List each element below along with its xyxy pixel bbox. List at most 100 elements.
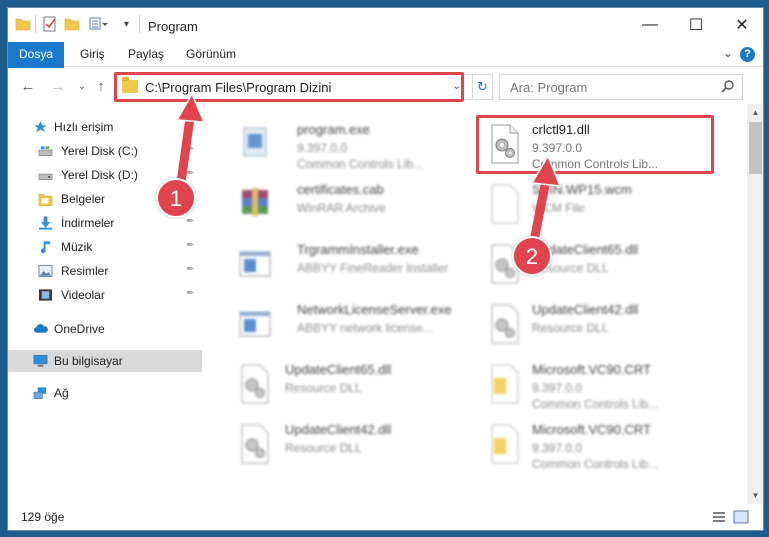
folder-file-icon [491,424,519,464]
sidebar-item-label: Ağ [54,386,69,400]
customize-toolbar-icon[interactable] [89,16,109,32]
file-name: Microsoft.VC90.CRT [532,362,651,377]
close-button[interactable]: ✕ [719,8,763,42]
sidebar-item-label: Resimler [61,264,109,278]
recent-locations-button[interactable]: ⌄ [72,77,92,97]
sidebar-item-music[interactable]: Müzik ✒ [8,236,202,258]
file-meta: WinRAR Archive [297,200,386,216]
cloud-icon [33,324,48,333]
pin-icon: ✒ [186,216,195,227]
file-list: program.exe 9.397.0.0 Common Controls Lib… [212,104,748,504]
tab-home[interactable]: Giriş [70,42,115,67]
search-box[interactable]: Ara: Program [499,74,743,100]
window-app-icon [239,311,271,337]
sidebar-item-pictures[interactable]: Resimler ✒ [8,260,202,282]
file-item[interactable]: program.exe 9.397.0.0 Common Controls Lib… [220,116,455,172]
large-icons-view-icon[interactable] [733,510,749,524]
tab-view[interactable]: Görünüm [176,42,246,67]
divider [139,15,140,33]
collapse-ribbon-icon[interactable]: ⌄ [723,46,733,60]
file-meta: ABBYY FineReader Installer [297,260,448,276]
file-item[interactable]: Microsoft.VC90.CRT 9.397.0.0 Common Contr… [480,416,715,472]
file-meta-line: Common Controls Lib... [297,157,424,171]
navigation-pane: Hızlı erişim Yerel Disk (C:) ✒ Yerel Dis… [8,104,204,504]
file-item[interactable]: UpdateClient42.dll Resource DLL [220,416,455,472]
minimize-button[interactable]: — [627,8,673,42]
search-icon[interactable] [721,79,735,93]
navigation-bar: ← → ⌄ ↑ C:\Program Files\Program Dizini … [8,68,763,104]
new-folder-icon[interactable] [64,16,80,32]
file-name: UpdateClient65.dll [285,362,392,377]
up-button[interactable]: ↑ [91,77,111,97]
music-icon [40,241,51,254]
sidebar-item-onedrive[interactable]: OneDrive [8,318,202,340]
status-bar: 129 öğe [8,504,763,530]
sidebar-item-local-disk-c[interactable]: Yerel Disk (C:) ✒ [8,140,202,162]
file-item[interactable]: SKIN.WP15.wcm WCM File [480,176,715,232]
properties-icon[interactable] [42,16,58,32]
sidebar-item-label: İndirmeler [61,216,115,230]
file-item[interactable]: TrgrammInstaller.exe ABBYY FineReader In… [220,236,455,292]
file-meta: Resource DLL [532,320,609,336]
sidebar-item-label: Belgeler [61,192,106,206]
file-name: UpdateClient42.dll [285,422,392,437]
back-button[interactable]: ← [18,77,38,97]
tab-share[interactable]: Paylaş [118,42,174,67]
star-icon [34,120,47,133]
pictures-icon [38,264,53,278]
step-1-badge: 1 [156,178,196,218]
scroll-down-icon[interactable]: ▼ [747,487,763,504]
window-app-icon [239,251,271,277]
file-item[interactable]: Microsoft.VC90.CRT 9.397.0.0 Common Contr… [480,356,715,412]
window-title: Program [148,19,198,34]
sidebar-item-network[interactable]: Ağ [8,382,202,404]
file-item[interactable]: NetworkLicenseServer.exe ABBYY network l… [220,296,455,352]
pin-icon: ✒ [186,288,195,299]
file-meta: WCM File [532,200,585,216]
highlight-box-file [476,115,714,174]
file-meta-line: 9.397.0.0 [297,141,348,155]
maximize-button[interactable]: ☐ [673,8,719,42]
step-2-badge: 2 [512,236,552,276]
dll-gear-icon [241,424,269,464]
forward-button[interactable]: → [48,77,68,97]
scroll-up-icon[interactable]: ▲ [747,104,763,121]
file-item[interactable]: UpdateClient65.dll Resource DLL [220,356,455,412]
sidebar-item-label: Yerel Disk (C:) [61,144,138,158]
file-meta-line: Resource DLL [532,321,609,335]
documents-icon [38,194,53,206]
highlight-box-address [114,72,464,102]
sidebar-item-label: Müzik [61,240,93,254]
file-meta: Resource DLL [285,380,362,396]
item-count: 129 öğe [21,510,65,524]
sidebar-item-quick-access[interactable]: Hızlı erişim [8,116,202,138]
file-meta: 9.397.0.0 Common Controls Lib... [532,380,658,412]
file-meta: Resource DLL [285,440,362,456]
scroll-thumb[interactable] [749,122,762,174]
search-placeholder[interactable]: Ara: Program [510,80,587,95]
file-meta: 9.397.0.0 Common Controls Lib... [532,440,658,472]
drive-icon [38,173,53,180]
file-meta-line: 9.397.0.0 [532,381,583,395]
sidebar-item-label: Hızlı erişim [54,120,114,134]
folder-file-icon [491,364,519,404]
file-meta: 9.397.0.0 Common Controls Lib... [297,140,423,172]
details-view-icon[interactable] [711,510,727,524]
sidebar-item-label: Bu bilgisayar [54,354,123,368]
sidebar-item-videos[interactable]: Videolar ✒ [8,284,202,306]
refresh-icon[interactable]: ↻ [472,75,492,99]
vertical-scrollbar[interactable]: ▲ ▼ [747,104,763,504]
divider [35,15,36,33]
sidebar-item-label: OneDrive [54,322,105,336]
file-item[interactable]: UpdateClient42.dll Resource DLL [480,296,715,352]
pin-icon: ✒ [186,264,195,275]
download-icon [38,216,53,230]
file-item[interactable]: certificates.cab WinRAR Archive [220,176,455,232]
sidebar-item-this-pc[interactable]: Bu bilgisayar [8,350,202,372]
help-icon[interactable]: ? [740,47,755,62]
quick-access-dropdown-icon[interactable]: ▾ [124,19,129,30]
dll-gear-icon [491,304,519,344]
file-meta-line: WinRAR Archive [297,201,386,215]
file-meta-line: Common Controls Lib... [532,397,659,411]
file-meta-line: Common Controls Lib... [532,457,659,471]
